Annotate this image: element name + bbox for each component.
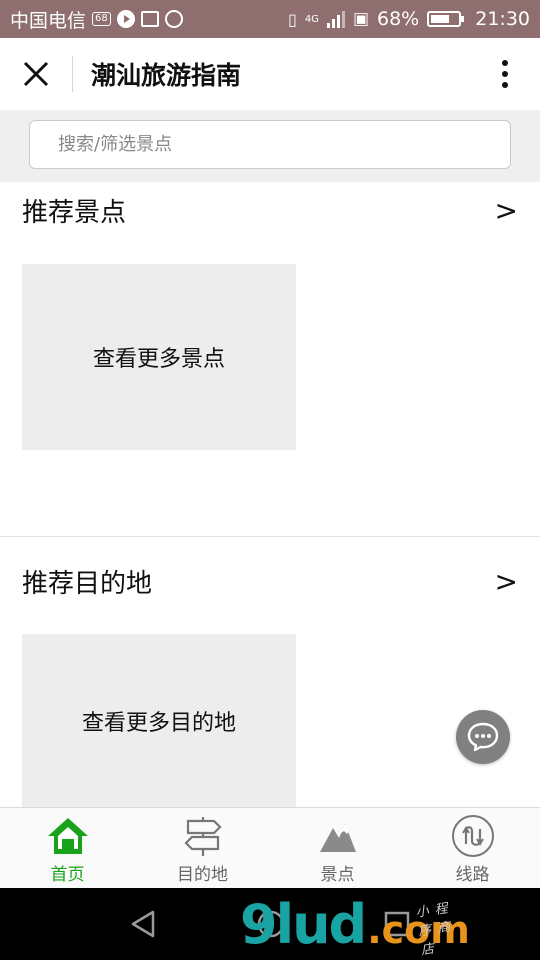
tab-label: 目的地 — [177, 865, 228, 885]
status-bar: 中国电信 68 ▯ 4G ▣ 68% 21:30 — [0, 0, 540, 38]
home-icon — [47, 818, 88, 854]
sim-icon: ▣ — [352, 9, 369, 29]
tab-label: 首页 — [50, 865, 85, 885]
close-button[interactable] — [0, 38, 72, 110]
tab-attractions[interactable]: 景点 — [270, 808, 405, 888]
search-bar — [0, 110, 540, 182]
section-header-attractions[interactable]: 推荐景点 > — [0, 180, 540, 240]
watermark-main: 9lud — [240, 893, 367, 956]
clock: 21:30 — [475, 8, 530, 30]
tab-label: 景点 — [320, 865, 355, 885]
search-input[interactable] — [29, 120, 511, 169]
media-play-icon — [116, 10, 135, 28]
chevron-right-icon[interactable]: > — [495, 565, 518, 598]
section-divider — [0, 536, 540, 537]
customer-service-button[interactable] — [456, 710, 510, 764]
signpost-icon — [183, 817, 222, 856]
close-icon — [23, 61, 49, 87]
page-title: 潮汕旅游指南 — [91, 61, 242, 90]
tab-routes[interactable]: 线路 — [405, 808, 540, 888]
section-title: 推荐目的地 — [22, 568, 153, 599]
image-notification-icon — [140, 11, 159, 27]
section-header-destinations[interactable]: 推荐目的地 > — [0, 551, 540, 611]
more-attractions-card[interactable]: 查看更多景点 — [22, 264, 296, 450]
hd-badge: 68 — [92, 12, 111, 26]
battery-percent: 68% — [377, 8, 420, 30]
tab-home[interactable]: 首页 — [0, 808, 135, 888]
chat-icon — [467, 722, 499, 752]
mountain-icon — [319, 824, 356, 852]
network-type-label: 4G — [304, 14, 319, 25]
battery-icon — [427, 11, 465, 27]
signal-icon — [326, 10, 345, 28]
more-vertical-icon — [502, 60, 508, 88]
tab-destinations[interactable]: 目的地 — [135, 808, 270, 888]
vibrate-icon: ▯ — [288, 9, 297, 29]
tab-label: 线路 — [455, 865, 490, 885]
title-bar: 潮汕旅游指南 — [0, 38, 540, 110]
sync-notification-icon — [164, 10, 183, 28]
watermark-subtitle: 小程序商店 — [414, 900, 458, 959]
bottom-tab-bar: 首页 目的地 景点 线路 — [0, 807, 540, 888]
more-destinations-card[interactable]: 查看更多目的地 — [22, 634, 296, 807]
route-icon — [451, 815, 494, 857]
watermark: 9lud .com 小程序商店 — [240, 890, 470, 960]
chevron-right-icon[interactable]: > — [495, 194, 518, 227]
back-icon[interactable] — [129, 909, 159, 939]
more-menu-button[interactable] — [470, 38, 540, 110]
title-divider — [72, 56, 73, 92]
carrier-label: 中国电信 — [10, 9, 87, 32]
section-title: 推荐景点 — [22, 197, 127, 228]
